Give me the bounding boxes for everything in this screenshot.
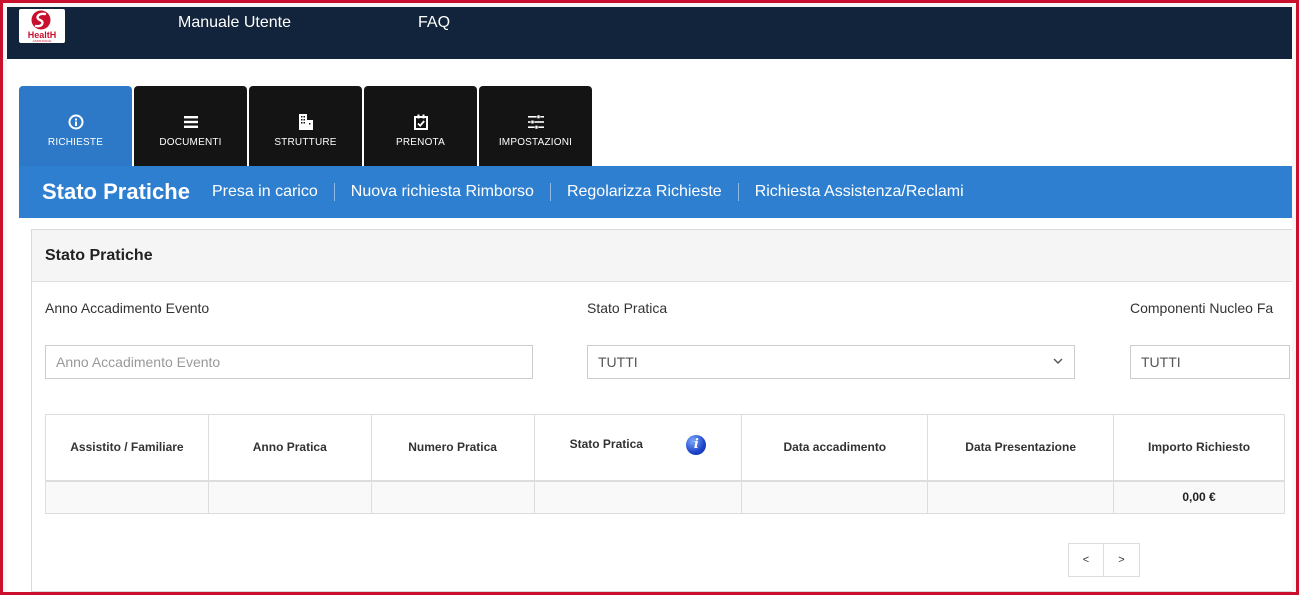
app-root: HealtH ASSISTANCE Manuale Utente FAQ RIC… (7, 7, 1292, 592)
tab-prenota[interactable]: PRENOTA (364, 86, 477, 166)
menu-icon (134, 112, 247, 132)
browser-frame: HealtH ASSISTANCE Manuale Utente FAQ RIC… (0, 0, 1299, 595)
componenti-nucleo-value: TUTTI (1141, 354, 1181, 370)
tab-label: PRENOTA (396, 137, 445, 148)
componenti-nucleo-select[interactable]: TUTTI (1130, 345, 1290, 379)
tab-impostazioni[interactable]: IMPOSTAZIONI (479, 86, 592, 166)
stato-pratica-select[interactable]: TUTTI (587, 345, 1075, 379)
col-data-accadimento[interactable]: Data accadimento (741, 414, 929, 482)
col-numero-pratica[interactable]: Numero Pratica (370, 414, 535, 482)
table-cell (370, 480, 535, 514)
info-circle-icon (19, 112, 132, 132)
logo-mark-icon (31, 10, 51, 30)
table-row: 0,00 € (45, 480, 1285, 514)
link-nuova-richiesta-rimborso[interactable]: Nuova richiesta Rimborso (333, 183, 550, 201)
table-cell (533, 480, 743, 514)
col-assistito-familiare[interactable]: Assistito / Familiare (45, 414, 209, 482)
tab-label: RICHIESTE (47, 137, 104, 148)
nav-faq[interactable]: FAQ (418, 14, 450, 32)
col-importo-richiesto[interactable]: Importo Richiesto (1113, 414, 1285, 482)
main-tabs: RICHIESTE DOCUMENTI STRUTTURE PRENOTA IM… (19, 86, 592, 166)
top-bar: HealtH ASSISTANCE Manuale Utente FAQ (7, 7, 1292, 59)
componenti-nucleo-label: Componenti Nucleo Fa (1130, 300, 1274, 316)
tab-richieste[interactable]: RICHIESTE (19, 86, 132, 166)
link-presa-in-carico[interactable]: Presa in carico (206, 183, 334, 201)
col-stato-pratica[interactable]: Stato Pratica i (533, 414, 743, 482)
link-richiesta-assistenza-reclami[interactable]: Richiesta Assistenza/Reclami (737, 183, 980, 201)
nav-manuale-utente[interactable]: Manuale Utente (178, 14, 291, 32)
col-data-presentazione[interactable]: Data Presentazione (927, 414, 1115, 482)
sliders-icon (479, 112, 592, 132)
sub-navigation: Stato Pratiche Presa in carico Nuova ric… (19, 166, 1292, 218)
anno-accadimento-label: Anno Accadimento Evento (45, 300, 210, 316)
info-icon[interactable]: i (686, 435, 707, 455)
table-cell (927, 480, 1115, 514)
stato-pratiche-panel: Stato Pratiche Anno Accadimento Evento S… (31, 229, 1292, 592)
prev-page-button[interactable]: < (1068, 543, 1104, 577)
section-title[interactable]: Stato Pratiche (42, 179, 190, 205)
pratiche-table: Assistito / Familiare Anno Pratica Numer… (45, 414, 1285, 514)
logo[interactable]: HealtH ASSISTANCE (19, 9, 65, 43)
table-cell (741, 480, 929, 514)
tab-label: IMPOSTAZIONI (498, 137, 573, 148)
anno-accadimento-input[interactable]: Anno Accadimento Evento (45, 345, 533, 379)
table-cell (207, 480, 372, 514)
stato-pratica-value: TUTTI (598, 354, 638, 370)
tab-strutture[interactable]: STRUTTURE (249, 86, 362, 166)
stato-pratica-label: Stato Pratica (587, 300, 668, 316)
tab-documenti[interactable]: DOCUMENTI (134, 86, 247, 166)
importo-total-cell: 0,00 € (1113, 480, 1285, 514)
pagination: < > (1068, 543, 1140, 577)
building-icon (249, 112, 362, 132)
table-header-row: Assistito / Familiare Anno Pratica Numer… (45, 414, 1285, 482)
tab-label: DOCUMENTI (159, 137, 222, 148)
calendar-check-icon (364, 112, 477, 132)
table-cell (45, 480, 209, 514)
col-stato-pratica-label: Stato Pratica (569, 437, 643, 452)
logo-tagline: ASSISTANCE (32, 39, 52, 43)
panel-title: Stato Pratiche (32, 230, 1292, 282)
link-regolarizza-richieste[interactable]: Regolarizza Richieste (549, 183, 738, 201)
tab-label: STRUTTURE (274, 137, 337, 148)
chevron-down-icon (1053, 358, 1063, 364)
next-page-button[interactable]: > (1104, 543, 1140, 577)
col-anno-pratica[interactable]: Anno Pratica (207, 414, 372, 482)
